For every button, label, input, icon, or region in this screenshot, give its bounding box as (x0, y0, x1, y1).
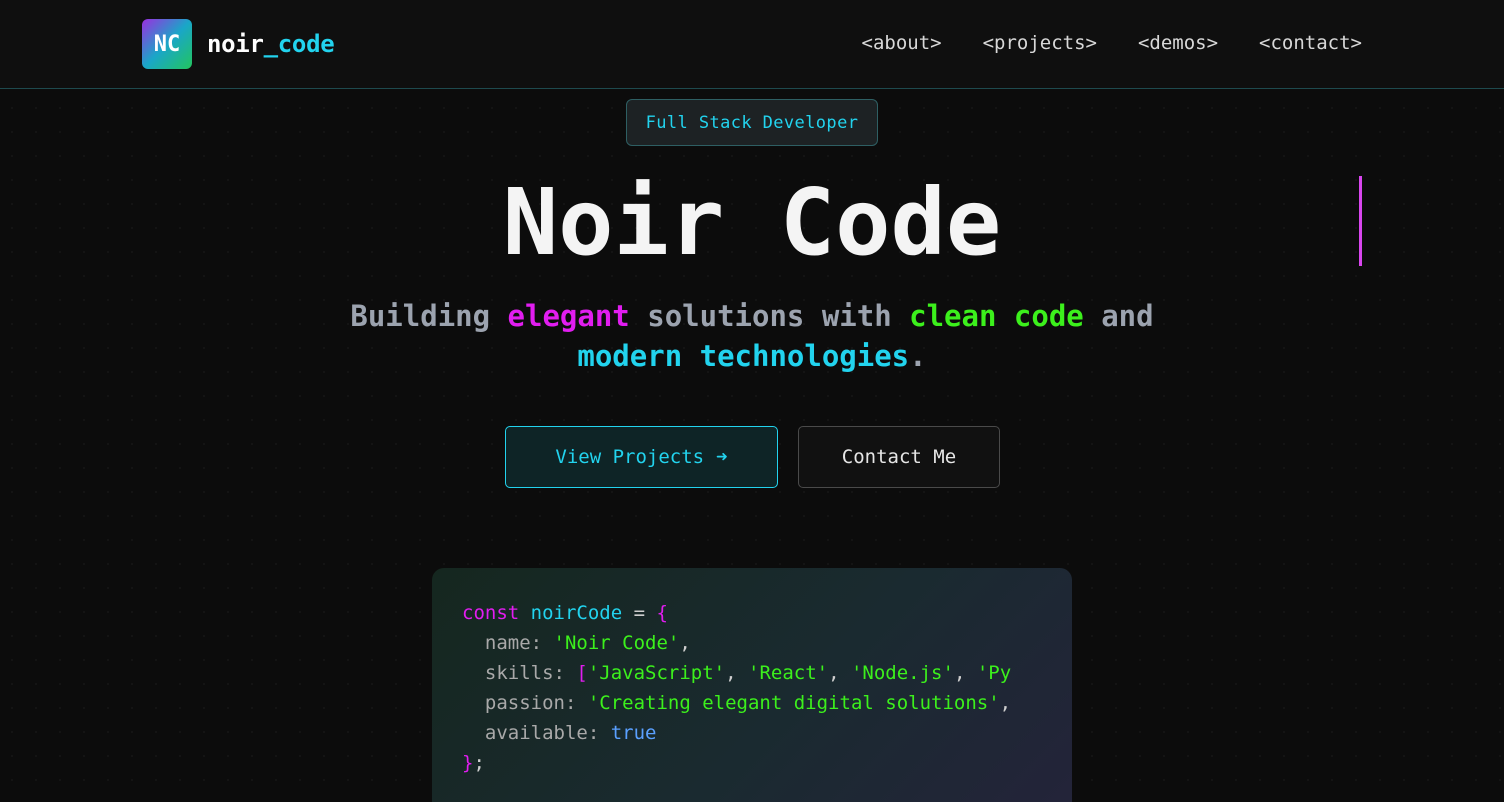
hero-subtitle: Building elegant solutions with clean co… (300, 296, 1204, 376)
nav-link-contact[interactable]: <contact> (1259, 32, 1362, 54)
main-nav: <about> <projects> <demos> <contact> (862, 32, 1363, 54)
role-tag: Full Stack Developer (626, 99, 878, 146)
view-projects-button[interactable]: View Projects ➜ (505, 426, 778, 488)
view-projects-label: View Projects (555, 446, 705, 468)
code-operator: = (622, 602, 657, 624)
code-snippet-card: const noirCode = { name: 'Noir Code', sk… (432, 568, 1072, 802)
subtitle-highlight-elegant: elegant (507, 299, 630, 333)
subtitle-highlight-clean-code: clean code (909, 299, 1084, 333)
code-block: const noirCode = { name: 'Noir Code', sk… (462, 602, 1012, 774)
logo-text: noir_code (207, 30, 335, 58)
code-key-passion: passion: (462, 692, 588, 714)
code-key-available: available: (462, 722, 611, 744)
code-variable: noirCode (530, 602, 623, 624)
code-semicolon: ; (473, 752, 485, 774)
logo-badge: NC (142, 19, 192, 69)
code-keyword: const (462, 602, 520, 624)
code-brace: } (462, 752, 474, 774)
code-string: 'Node.js' (850, 662, 954, 684)
code-bracket: [ (576, 662, 588, 684)
hero-title: Noir Code (502, 169, 1002, 276)
nav-link-demos[interactable]: <demos> (1138, 32, 1218, 54)
arrow-right-icon: ➜ (716, 446, 728, 468)
code-string: 'JavaScript' (587, 662, 726, 684)
logo-separator: _ (263, 30, 278, 58)
site-header: NC noir_code <about> <projects> <demos> … (0, 0, 1504, 89)
subtitle-word: and (1101, 299, 1154, 333)
code-boolean: true (610, 722, 657, 744)
logo-accent: code (277, 30, 335, 58)
code-brace: { (656, 602, 668, 624)
code-string: 'React' (748, 662, 829, 684)
nav-link-about[interactable]: <about> (862, 32, 942, 54)
nav-link-projects[interactable]: <projects> (983, 32, 1097, 54)
code-string: 'Creating elegant digital solutions' (587, 692, 1000, 714)
subtitle-period: . (909, 339, 927, 373)
contact-me-label: Contact Me (841, 446, 957, 468)
code-key-skills: skills: (462, 662, 577, 684)
subtitle-word: Building (350, 299, 491, 333)
code-key-name: name: (462, 632, 554, 654)
code-string: 'Py (976, 662, 1012, 684)
typing-cursor (1359, 176, 1362, 266)
subtitle-word: solutions with (647, 299, 892, 333)
contact-me-button[interactable]: Contact Me (798, 426, 1000, 488)
code-string: 'Noir Code' (553, 632, 680, 654)
logo[interactable]: NC noir_code (142, 19, 335, 69)
logo-name: noir (207, 30, 264, 58)
subtitle-highlight-modern-technologies: modern technologies (577, 339, 910, 373)
